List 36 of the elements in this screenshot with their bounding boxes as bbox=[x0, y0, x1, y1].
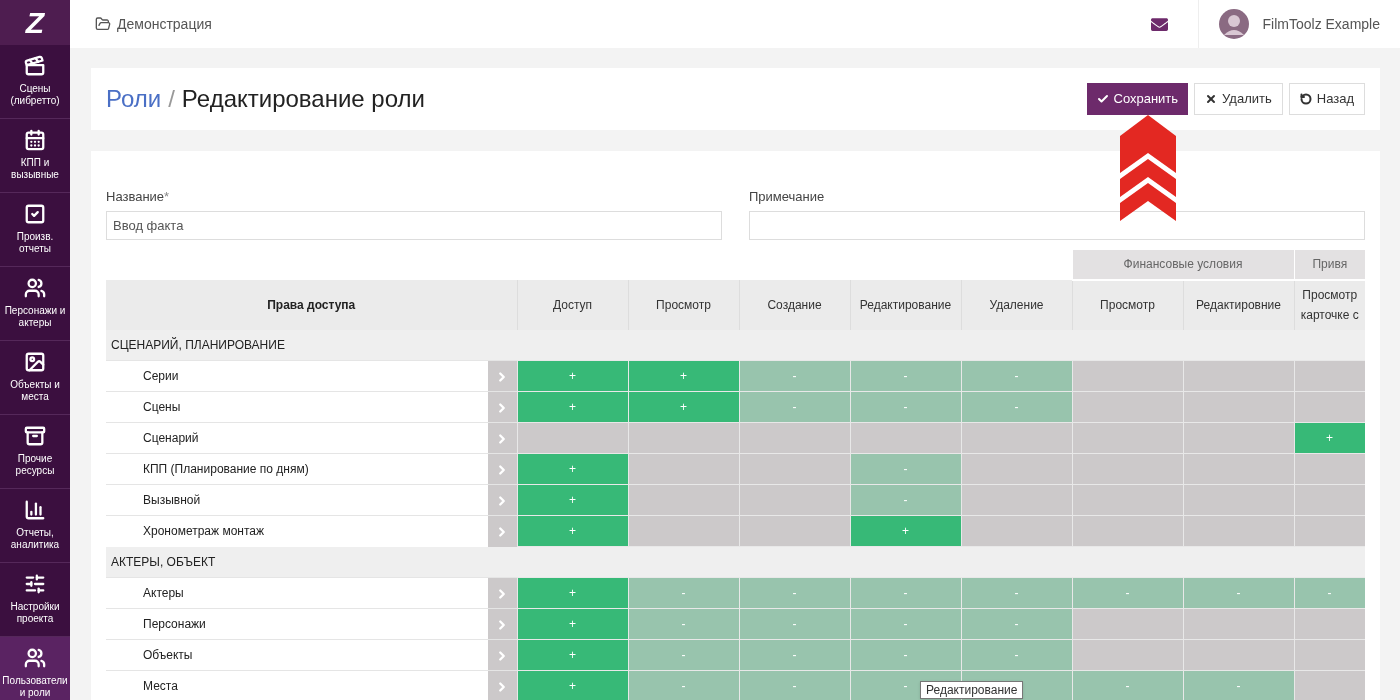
column-header: Просмотр bbox=[1072, 279, 1183, 330]
row-name: КПП (Планирование по дням) bbox=[106, 453, 488, 485]
column-header: Редактирование bbox=[850, 279, 961, 330]
breadcrumb-separator: / bbox=[168, 84, 175, 114]
sidebar-label: Настройки проекта bbox=[9, 601, 61, 625]
field-label: Название* bbox=[106, 188, 171, 206]
row-name: Персонажи bbox=[106, 608, 488, 640]
column-header: Просмотр карточке с bbox=[1294, 279, 1365, 330]
sidebar-label: Сцены (либретто) bbox=[9, 83, 61, 107]
column-header: Доступ bbox=[517, 279, 628, 330]
sidebar-label: Объекты и места bbox=[9, 379, 61, 403]
row-name: Места bbox=[106, 670, 488, 700]
column-header: Удаление bbox=[961, 279, 1072, 330]
sidebar-label: Персонажи и актеры bbox=[3, 305, 67, 329]
column-header: Редактировние bbox=[1183, 279, 1294, 330]
column-header: Права доступа bbox=[106, 279, 517, 330]
sidebar-label: Пользователи и роли bbox=[1, 675, 69, 699]
row-name: Вызывной bbox=[106, 484, 488, 516]
group-header: Привя bbox=[1294, 249, 1365, 280]
field-label: Примечание bbox=[749, 188, 826, 206]
row-name: Серии bbox=[106, 360, 488, 392]
sidebar-label: КПП и вызывные bbox=[10, 157, 60, 181]
sidebar-label: Произв. отчеты bbox=[15, 231, 55, 255]
section-header: СЦЕНАРИЙ, ПЛАНИРОВАНИЕ bbox=[106, 329, 1365, 361]
row-name: Актеры bbox=[106, 577, 488, 609]
column-header: Просмотр bbox=[628, 279, 739, 330]
row-name: Сцены bbox=[106, 391, 488, 423]
group-header: Финансовые условия bbox=[1072, 249, 1294, 280]
row-name: Хронометраж монтаж bbox=[106, 515, 488, 547]
page-title: Редактирование роли bbox=[181, 84, 425, 114]
column-header: Создание bbox=[739, 279, 850, 330]
row-name: Сценарий bbox=[106, 422, 488, 454]
row-name: Объекты bbox=[106, 639, 488, 671]
sidebar-label: Отчеты, аналитика bbox=[9, 527, 61, 551]
tooltip: Редактирование bbox=[920, 681, 1024, 699]
sidebar-label: Прочие ресурсы bbox=[14, 453, 56, 477]
